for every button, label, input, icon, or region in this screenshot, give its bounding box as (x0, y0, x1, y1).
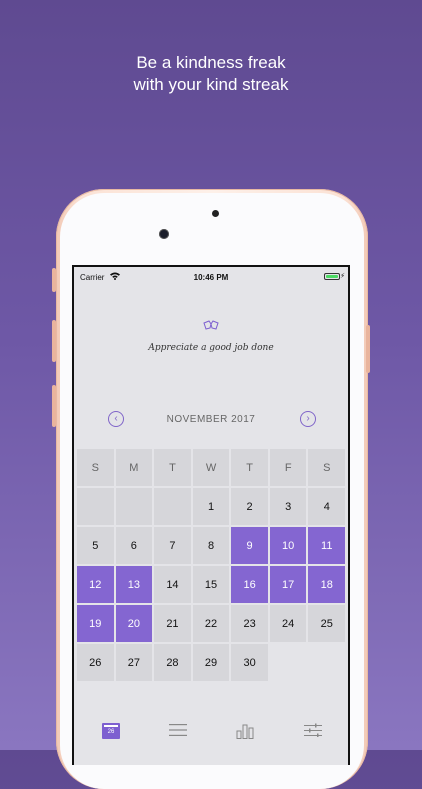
calendar-day-cell[interactable]: 28 (154, 644, 191, 681)
calendar-day-cell[interactable]: 11 (308, 527, 346, 564)
front-camera (159, 229, 169, 239)
tab-calendar[interactable]: 26 (102, 723, 120, 739)
weekday-label: T (231, 449, 268, 486)
calendar-day-cell[interactable]: 15 (192, 566, 230, 603)
status-time: 10:46 PM (193, 273, 229, 282)
weekday-label: T (154, 449, 191, 486)
weekday-label: W (192, 449, 230, 486)
calendar-week-row: 1234 (77, 488, 347, 525)
calendar-day-cell[interactable]: 1 (192, 488, 230, 525)
calendar-day-cell[interactable]: 14 (154, 566, 191, 603)
marketing-headline: Be a kindness freak with your kind strea… (0, 52, 422, 96)
battery-icon (324, 273, 340, 280)
list-icon (169, 724, 187, 736)
calendar-empty-cell (154, 488, 191, 525)
calendar-day-cell[interactable]: 17 (269, 566, 307, 603)
daily-act-text: Appreciate a good job done (148, 343, 274, 353)
bar-chart-icon (236, 724, 254, 739)
calendar-week-row: 26 27 28 29 30 (77, 644, 347, 681)
calendar-day-cell[interactable]: 6 (115, 527, 153, 564)
headline-line-2: with your kind streak (133, 75, 289, 94)
month-navigator: ‹ NOVEMBER 2017 › (74, 409, 348, 429)
calendar-day-cell[interactable]: 18 (308, 566, 346, 603)
calendar-day-cell[interactable]: 29 (192, 644, 230, 681)
calendar-empty-cell (115, 488, 153, 525)
tab-settings[interactable] (304, 723, 322, 742)
helping-hands-icon (203, 320, 219, 330)
volume-down-button (52, 385, 56, 427)
calendar-week-row: 19 20 21 22 23 24 25 (77, 605, 347, 642)
calendar-day-cell[interactable]: 26 (77, 644, 114, 681)
sensor-dot (212, 210, 219, 217)
mute-switch (52, 268, 56, 292)
calendar-day-cell[interactable]: 13 (115, 566, 153, 603)
power-button (366, 325, 370, 373)
next-month-button[interactable]: › (300, 411, 316, 427)
calendar-day-cell[interactable]: 3 (269, 488, 307, 525)
calendar-day-cell[interactable]: 20 (115, 605, 153, 642)
calendar-empty-cell (308, 644, 345, 681)
app-screen: Carrier 10:46 PM ⚡ Appreciate a good job… (72, 265, 350, 765)
calendar-week-row: 5 6 7 8 9 10 11 (77, 527, 347, 564)
calendar-day-cell[interactable]: 9 (231, 527, 268, 564)
calendar-empty-cell (77, 488, 114, 525)
calendar-icon-day: 26 (107, 729, 115, 735)
calendar-icon: 26 (102, 723, 120, 739)
weekday-header-row: SMTWTFS (77, 449, 347, 486)
calendar-day-cell[interactable]: 8 (192, 527, 230, 564)
tab-stats[interactable] (236, 723, 254, 744)
calendar-day-cell[interactable]: 7 (154, 527, 191, 564)
calendar-day-cell[interactable]: 24 (269, 605, 307, 642)
calendar-day-cell[interactable]: 22 (192, 605, 230, 642)
calendar-day-cell[interactable]: 25 (308, 605, 346, 642)
calendar-day-cell[interactable]: 27 (115, 644, 153, 681)
sliders-icon (304, 723, 322, 738)
status-bar: Carrier 10:46 PM ⚡ (74, 267, 348, 289)
chevron-right-icon: › (306, 413, 310, 424)
calendar-day-cell[interactable]: 12 (77, 566, 114, 603)
headline-line-1: Be a kindness freak (136, 53, 286, 72)
calendar-day-cell[interactable]: 19 (77, 605, 114, 642)
calendar-day-cell[interactable]: 21 (154, 605, 191, 642)
calendar-day-cell[interactable]: 16 (231, 566, 268, 603)
volume-up-button (52, 320, 56, 362)
weekday-label: S (77, 449, 114, 486)
calendar-day-cell[interactable]: 2 (231, 488, 268, 525)
weekday-label: M (115, 449, 153, 486)
calendar-empty-cell (270, 644, 307, 681)
calendar-day-cell[interactable]: 30 (231, 644, 268, 681)
tab-bar: 26 (74, 719, 348, 749)
calendar-week-row: 12 13 14 15 16 17 18 (77, 566, 347, 603)
weekday-label: F (269, 449, 307, 486)
charging-icon: ⚡ (340, 273, 345, 280)
calendar-day-cell[interactable]: 5 (77, 527, 114, 564)
calendar-day-cell[interactable]: 23 (231, 605, 268, 642)
calendar-day-cell[interactable]: 4 (308, 488, 346, 525)
tab-list[interactable] (169, 723, 187, 742)
calendar-grid: S M T W T F S 1 2 3 4 5 6 7 8 9 10 11 12 13 14 15 16 17 18 19 20 21… (77, 449, 347, 683)
weekday-label: S (308, 449, 346, 486)
calendar-day-cell[interactable]: 10 (269, 527, 307, 564)
